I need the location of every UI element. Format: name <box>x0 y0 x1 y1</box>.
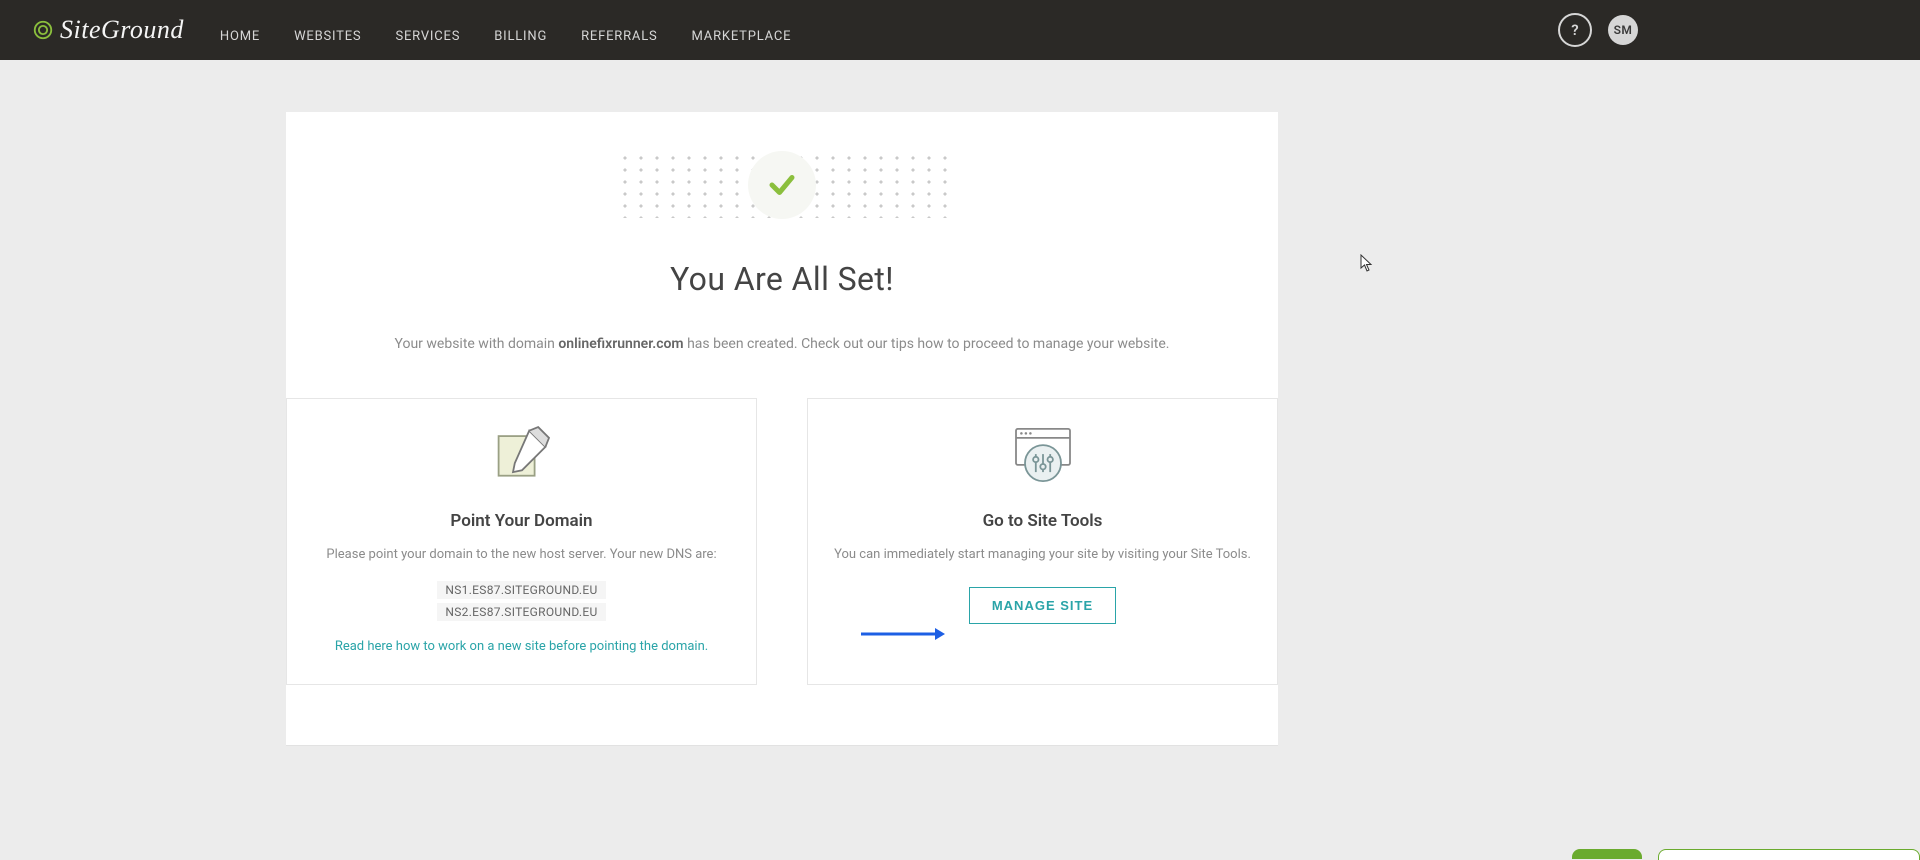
panel-right-desc: You can immediately start managing your … <box>834 545 1251 565</box>
page-wrap: You Are All Set! Your website with domai… <box>0 60 1920 745</box>
avatar[interactable]: SM <box>1608 15 1638 45</box>
pencil-note-icon <box>486 423 558 487</box>
chat-tabs[interactable] <box>1572 849 1920 860</box>
panel-site-tools: Go to Site Tools You can immediately sta… <box>807 398 1278 685</box>
topbar: SiteGround HOME WEBSITES SERVICES BILLIN… <box>0 0 1920 60</box>
subtitle-post: has been created. Check out our tips how… <box>684 336 1170 352</box>
nav-marketplace[interactable]: MARKETPLACE <box>692 29 792 44</box>
site-tools-icon <box>1007 423 1079 487</box>
dot-grid-decoration <box>617 152 947 218</box>
nav-billing[interactable]: BILLING <box>494 29 547 44</box>
brand-name: SiteGround <box>60 15 184 45</box>
setup-complete-card: You Are All Set! Your website with domai… <box>286 112 1278 745</box>
panel-right-title: Go to Site Tools <box>983 511 1103 531</box>
dns-1: NS1.ES87.SITEGROUND.EU <box>437 581 605 599</box>
panel-left-title: Point Your Domain <box>450 511 592 531</box>
nav-referrals[interactable]: REFERRALS <box>581 29 657 44</box>
nav-home[interactable]: HOME <box>220 29 260 44</box>
help-symbol: ? <box>1571 21 1578 39</box>
page-subtitle: Your website with domain onlinefixrunner… <box>395 336 1170 352</box>
dns-records: NS1.ES87.SITEGROUND.EU NS2.ES87.SITEGROU… <box>437 579 605 623</box>
success-check-icon <box>748 151 816 219</box>
nav-services[interactable]: SERVICES <box>395 29 460 44</box>
panel-left-hint-rest: how to work on a new site before pointin… <box>393 639 709 654</box>
dns-2: NS2.ES87.SITEGROUND.EU <box>437 603 605 621</box>
main-nav: HOME WEBSITES SERVICES BILLING REFERRALS… <box>220 23 791 38</box>
chat-tab-large[interactable] <box>1658 849 1920 860</box>
help-icon[interactable]: ? <box>1558 13 1592 47</box>
topbar-right: ? SM <box>1558 13 1638 47</box>
brand-logo[interactable]: SiteGround <box>32 15 184 45</box>
annotation-arrow-icon <box>861 628 945 640</box>
chat-tab-small[interactable] <box>1572 849 1642 859</box>
page-title: You Are All Set! <box>670 260 894 298</box>
manage-site-button[interactable]: MANAGE SITE <box>969 587 1116 624</box>
subtitle-domain: onlinefixrunner.com <box>558 336 683 352</box>
panel-left-hint: Read here how to work on a new site befo… <box>335 637 708 657</box>
panels-row: Point Your Domain Please point your doma… <box>286 398 1278 685</box>
panel-left-desc: Please point your domain to the new host… <box>326 545 716 565</box>
subtitle-pre: Your website with domain <box>395 336 559 352</box>
hero: You Are All Set! Your website with domai… <box>286 152 1278 366</box>
read-here-link[interactable]: Read here <box>335 639 393 654</box>
topbar-left: SiteGround HOME WEBSITES SERVICES BILLIN… <box>32 15 791 45</box>
swirl-icon <box>32 19 54 41</box>
nav-websites[interactable]: WEBSITES <box>294 29 361 44</box>
panel-point-domain: Point Your Domain Please point your doma… <box>286 398 757 685</box>
avatar-initials: SM <box>1614 23 1633 37</box>
